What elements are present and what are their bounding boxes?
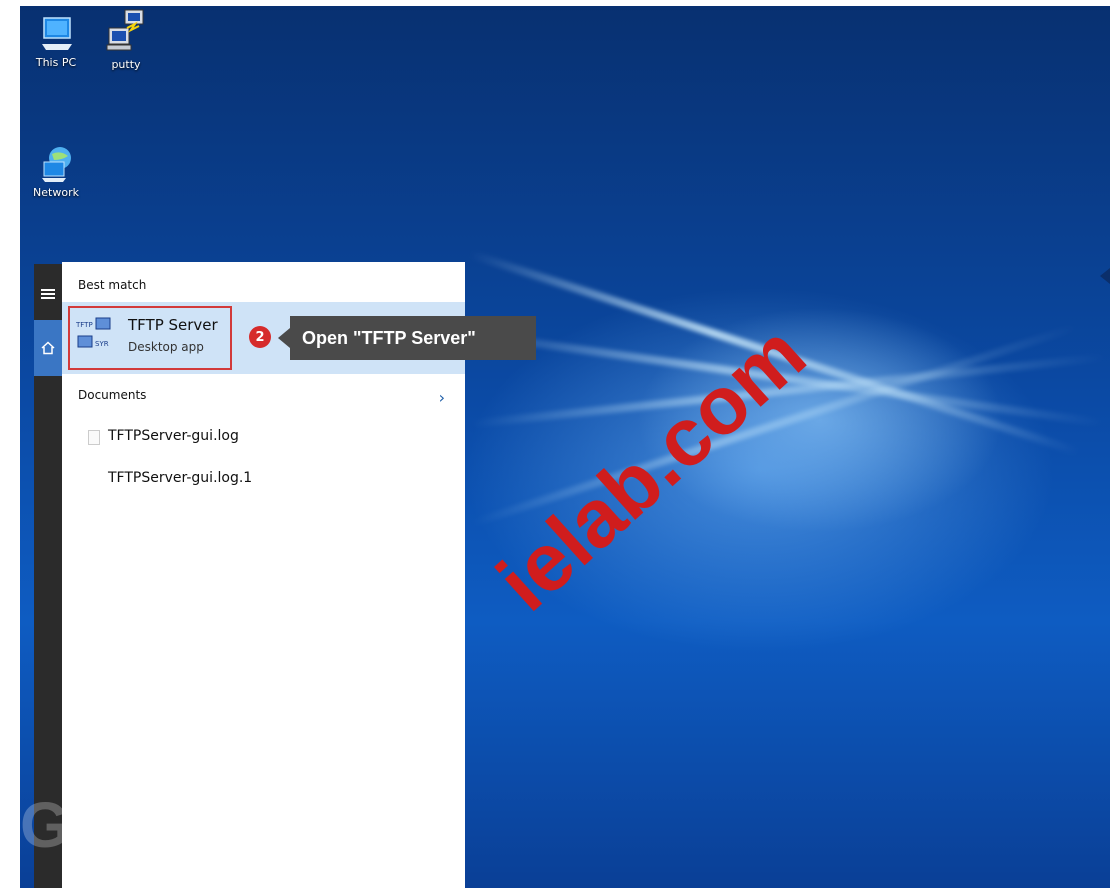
instruction-callout: Open "TFTP Server" [278,316,536,360]
document-result[interactable]: TFTPServer-gui.log.1 [108,470,252,486]
document-file-icon [88,430,100,445]
desktop-icon-label: Network [33,186,79,199]
putty-icon [103,8,149,54]
desktop-icon-this-pc[interactable]: This PC [24,14,88,69]
desktop-icon-putty[interactable]: putty [94,8,158,71]
screenshot-border-right [1110,0,1116,888]
desktop-icon-label: This PC [35,56,77,69]
computer-icon [36,14,76,54]
documents-heading: Documents [78,388,147,402]
desktop-icon-label: putty [111,58,141,71]
step-number-badge: 2 [249,326,271,348]
document-result[interactable]: TFTPServer-gui.log [108,428,239,444]
screenshot-border-left [0,0,20,888]
home-icon[interactable] [34,320,62,376]
hamburger-icon[interactable] [34,274,62,314]
screenshot-border-top [0,0,1116,6]
wallpaper-edge-shape [1100,268,1110,284]
network-icon [36,144,76,184]
chevron-right-icon[interactable]: › [439,388,445,407]
highlight-box [68,306,232,370]
desktop-icon-network[interactable]: Network [24,144,88,199]
best-match-heading: Best match [78,278,147,292]
background-ghost-text: Gl [20,789,88,861]
